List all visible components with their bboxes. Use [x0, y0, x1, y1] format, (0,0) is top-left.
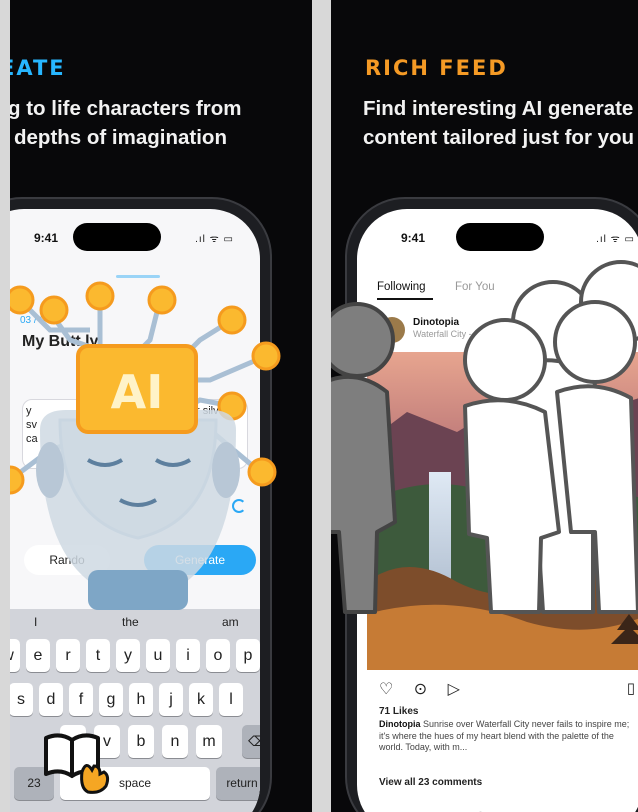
key-f[interactable]: f [69, 683, 93, 716]
robot-ear-left [36, 442, 64, 498]
dynamic-island [73, 223, 161, 251]
caption-username[interactable]: Dinotopia [379, 719, 421, 729]
key-b[interactable]: b [128, 725, 154, 758]
rich-feed-headline-line1: Find interesting AI generate [363, 97, 634, 120]
key-j[interactable]: j [159, 683, 183, 716]
create-headline-line1: g to life characters from [10, 97, 242, 120]
create-promo-panel: EATE g to life characters from depths of… [10, 0, 312, 812]
status-icons: .ıl ᯤ ▭ [195, 234, 234, 245]
key-r[interactable]: r [56, 639, 80, 672]
post-actions[interactable]: ♡ ⊙ ▷ [379, 679, 468, 699]
rich-feed-tag: RICH FEED [365, 56, 508, 80]
robot-neck [88, 570, 188, 610]
suggestion-2[interactable]: the [122, 615, 139, 629]
key-w[interactable]: w [10, 639, 20, 672]
gray-figure [331, 302, 397, 614]
key-y[interactable]: y [116, 639, 140, 672]
key-n[interactable]: n [162, 725, 188, 758]
ai-chip-label: AI [111, 365, 164, 419]
suggestion-1[interactable]: I [34, 615, 37, 629]
key-d[interactable]: d [39, 683, 63, 716]
rich-feed-promo-panel: RICH FEED Find interesting AI generate c… [331, 0, 638, 812]
people-figures-illustration [331, 260, 638, 614]
key-p[interactable]: p [236, 639, 260, 672]
robot-ear-right [212, 442, 240, 498]
book-pointer-icon [44, 733, 110, 794]
white-figures [463, 260, 638, 614]
key-o[interactable]: o [206, 639, 230, 672]
create-headline-line2: depths of imagination [14, 126, 227, 149]
likes-count[interactable]: 71 Likes [379, 706, 418, 717]
rich-feed-headline-line2: content tailored just for you [363, 126, 635, 149]
suggestion-3[interactable]: am [222, 615, 239, 629]
ai-robot-illustration: AI [10, 281, 281, 610]
key-s[interactable]: s [10, 683, 33, 716]
key-l[interactable]: l [219, 683, 243, 716]
dynamic-island [456, 223, 544, 251]
key-delete[interactable]: ⌫ [242, 725, 260, 758]
key-g[interactable]: g [99, 683, 123, 716]
key-u[interactable]: u [146, 639, 170, 672]
key-i[interactable]: i [176, 639, 200, 672]
view-all-comments-link[interactable]: View all 23 comments [379, 777, 482, 788]
create-tag: EATE [10, 56, 66, 80]
status-time: 9:41 [34, 231, 59, 245]
key-t[interactable]: t [86, 639, 110, 672]
status-icons: .ıl ᯤ ▭ [596, 234, 635, 245]
post-caption: Dinotopia Sunrise over Waterfall City ne… [379, 719, 637, 754]
status-time: 9:41 [401, 231, 426, 245]
key-k[interactable]: k [189, 683, 213, 716]
key-e[interactable]: e [26, 639, 50, 672]
key-return[interactable]: return [216, 767, 260, 800]
key-m[interactable]: m [196, 725, 222, 758]
bottom-navigation[interactable]: ⌂ ⚲ + ▭ ◉ [357, 803, 638, 812]
bookmark-icon[interactable]: ▯ [627, 679, 635, 697]
key-h[interactable]: h [129, 683, 153, 716]
